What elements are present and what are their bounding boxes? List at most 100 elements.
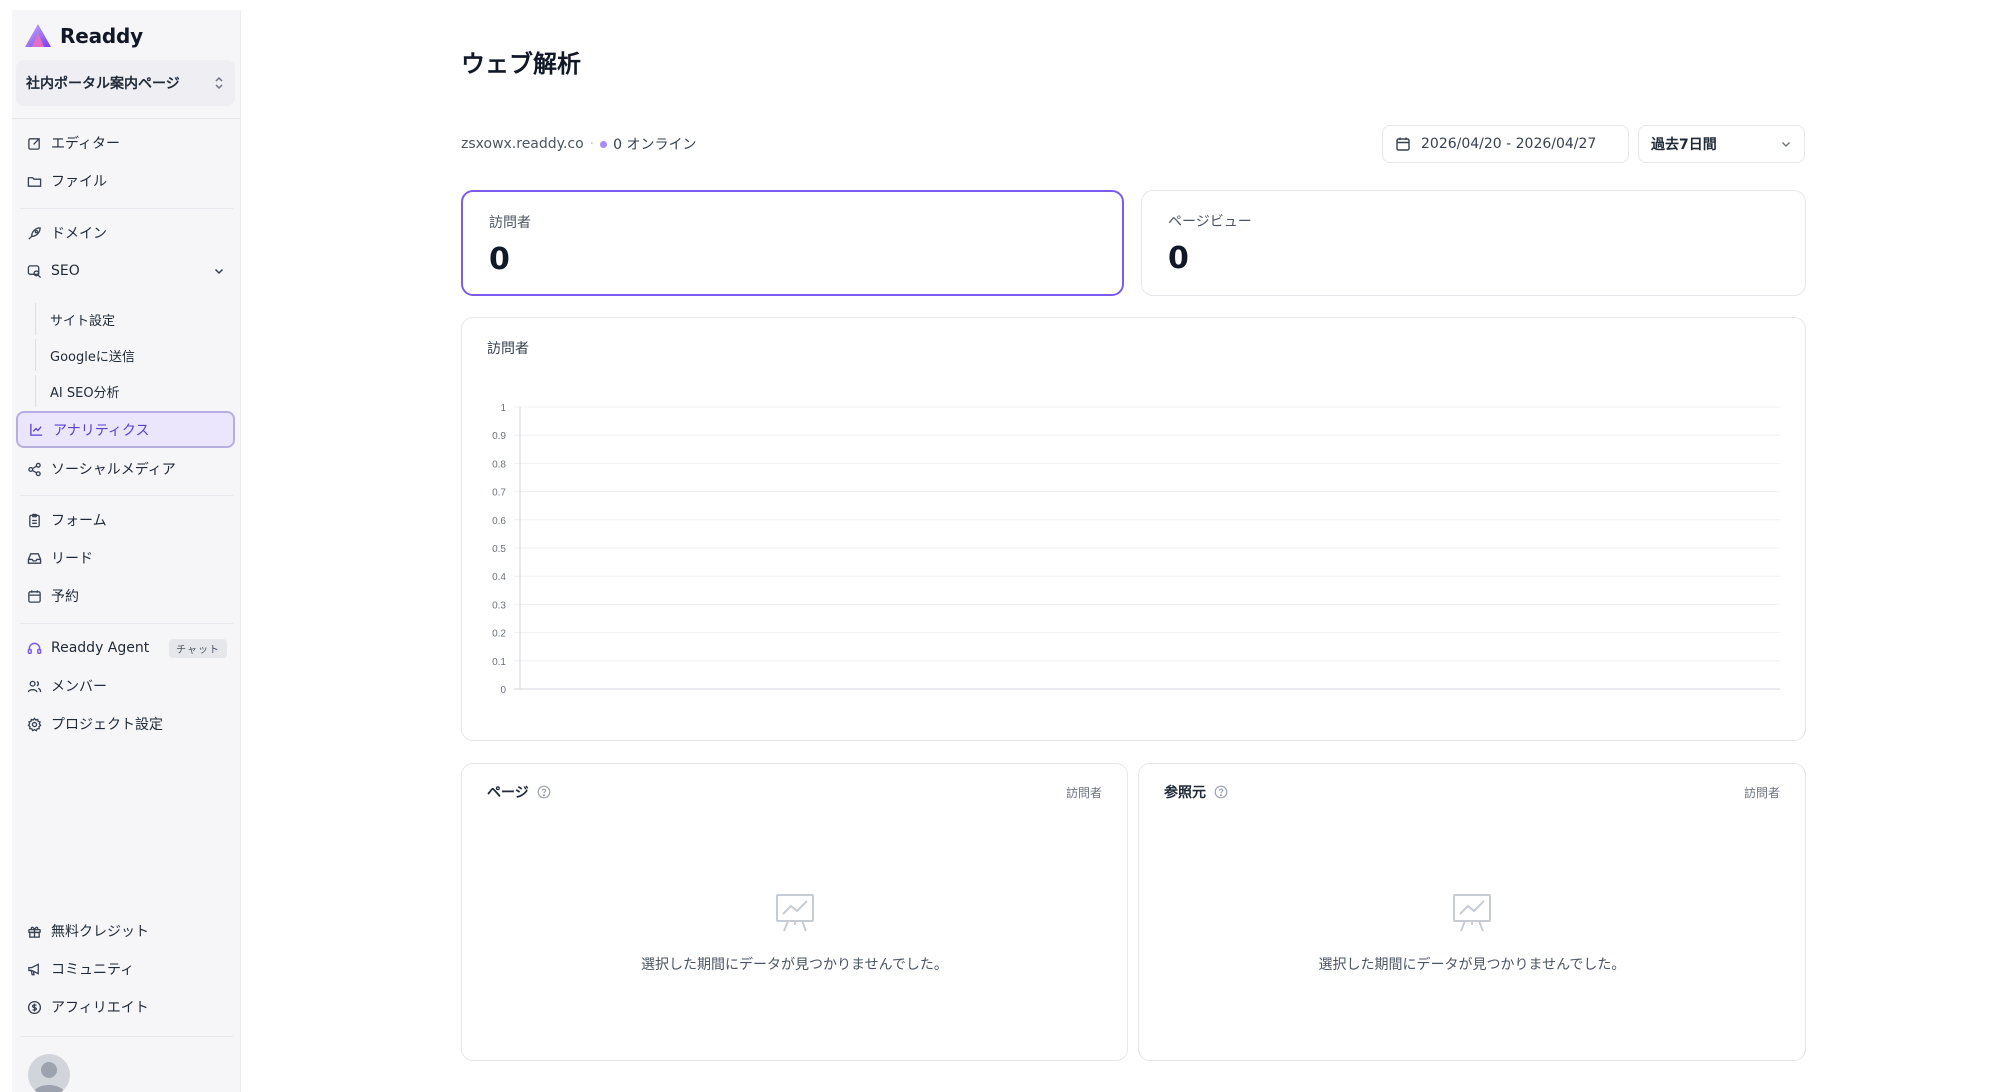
- y-tick-label: 0.2: [492, 629, 506, 640]
- pages-card: ページ 訪問者 選択した期間にデータが見つかりませんでした。: [461, 763, 1128, 1061]
- chevron-down-icon: [214, 268, 224, 275]
- y-tick-label: 0: [500, 685, 506, 696]
- sidebar: Readdy 社内ポータル案内ページ エディター ファイル ドメイン SEO サ…: [12, 10, 241, 1092]
- sidebar-item-label: メンバー: [51, 679, 107, 695]
- line-chart-icon: [28, 422, 44, 438]
- sidebar-subitem-site-settings[interactable]: サイト設定: [35, 303, 235, 335]
- online-count: 0 オンライン: [613, 137, 697, 153]
- sidebar-subitem-ai-seo[interactable]: AI SEO分析: [35, 375, 235, 407]
- sidebar-item-community[interactable]: コミュニティ: [16, 952, 235, 986]
- divider: [20, 495, 233, 496]
- sidebar-item-social-media[interactable]: ソーシャルメディア: [16, 452, 235, 486]
- chat-badge: チャット: [169, 638, 227, 658]
- sidebar-item-affiliate[interactable]: アフィリエイト: [16, 990, 235, 1024]
- sidebar-item-label: リード: [51, 551, 93, 567]
- sidebar-item-members[interactable]: メンバー: [16, 669, 235, 703]
- date-range-picker[interactable]: 2026/04/20 - 2026/04/27: [1382, 125, 1629, 163]
- divider: [20, 208, 233, 209]
- sidebar-item-booking[interactable]: 予約: [16, 579, 235, 613]
- column-header: 訪問者: [1743, 786, 1780, 800]
- stat-label: ページビュー: [1168, 214, 1252, 230]
- y-tick-label: 0.4: [492, 572, 506, 583]
- card-title: 参照元: [1164, 785, 1206, 801]
- y-tick-label: 0.5: [492, 544, 506, 555]
- inbox-icon: [26, 550, 42, 566]
- separator: ·: [589, 136, 595, 152]
- visitors-stat-card[interactable]: 訪問者 0: [461, 190, 1124, 296]
- page-title: ウェブ解析: [461, 50, 581, 78]
- sidebar-item-editor[interactable]: エディター: [16, 126, 235, 160]
- stat-value: 0: [489, 242, 510, 277]
- sidebar-item-free-credits[interactable]: 無料クレジット: [16, 914, 235, 948]
- app-name: Readdy: [60, 24, 143, 48]
- sidebar-item-label: アナリティクス: [53, 422, 150, 439]
- share-icon: [26, 461, 42, 477]
- stat-value: 0: [1168, 241, 1189, 276]
- chevron-down-icon: [1782, 142, 1790, 147]
- sidebar-item-leads[interactable]: リード: [16, 541, 235, 575]
- sidebar-item-readdy-agent[interactable]: Readdy Agent チャット: [16, 631, 235, 665]
- sidebar-item-project-settings[interactable]: プロジェクト設定: [16, 707, 235, 741]
- sidebar-item-label: プロジェクト設定: [51, 717, 163, 733]
- gear-icon: [26, 716, 42, 732]
- sidebar-item-label: ソーシャルメディア: [51, 462, 176, 478]
- y-tick-label: 0.6: [492, 516, 506, 527]
- sidebar-item-files[interactable]: ファイル: [16, 164, 235, 198]
- calendar-icon: [26, 588, 42, 604]
- help-icon[interactable]: [537, 785, 551, 799]
- headset-icon: [26, 640, 42, 656]
- empty-state-message: 選択した期間にデータが見つかりませんでした。: [1318, 957, 1626, 973]
- sidebar-subitem-submit-google[interactable]: Googleに送信: [35, 339, 235, 371]
- sidebar-item-label: アフィリエイト: [51, 1000, 149, 1016]
- divider: [20, 1036, 233, 1037]
- card-header: 参照元: [1164, 782, 1228, 802]
- sidebar-item-label: Readdy Agent: [51, 640, 150, 656]
- empty-state-message: 選択した期間にデータが見つかりませんでした。: [641, 957, 948, 973]
- sidebar-item-label: 予約: [51, 589, 79, 605]
- presentation-chart-icon: [775, 894, 814, 932]
- gift-icon: [26, 923, 42, 939]
- y-tick-label: 0.3: [492, 600, 506, 611]
- app-logo[interactable]: Readdy: [24, 22, 143, 50]
- referrers-card: 参照元 訪問者 選択した期間にデータが見つかりませんでした。: [1138, 763, 1806, 1061]
- card-header: ページ: [487, 782, 551, 802]
- column-header: 訪問者: [1065, 786, 1102, 800]
- site-domain[interactable]: zsxowx.readdy.co: [461, 136, 584, 152]
- stat-label: 訪問者: [489, 215, 531, 231]
- calendar-icon: [1396, 137, 1410, 151]
- search-chat-icon: [26, 263, 42, 279]
- clipboard-icon: [26, 512, 42, 528]
- site-status: zsxowx.readdy.co · 0 オンライン: [461, 134, 696, 154]
- visitors-chart: 0 0.1 0.2 0.3 0.4 0.5 0.6 0.7 0.8 0.9 1: [492, 403, 1780, 696]
- y-tick-label: 0.8: [492, 459, 506, 470]
- project-selector[interactable]: 社内ポータル案内ページ: [16, 60, 235, 106]
- users-icon: [26, 678, 42, 694]
- period-select[interactable]: 過去7日間: [1638, 125, 1805, 163]
- divider: [20, 623, 233, 624]
- sidebar-item-analytics[interactable]: アナリティクス: [16, 411, 235, 448]
- help-icon[interactable]: [1214, 785, 1228, 799]
- user-avatar-icon: [33, 1062, 65, 1092]
- y-tick-label: 0.1: [492, 657, 506, 668]
- sidebar-item-label: 無料クレジット: [51, 924, 149, 940]
- y-tick-label: 0.9: [492, 431, 506, 442]
- sidebar-item-domain[interactable]: ドメイン: [16, 216, 235, 250]
- sidebar-item-label: ファイル: [51, 174, 107, 190]
- sidebar-item-seo[interactable]: SEO: [16, 254, 235, 288]
- folder-icon: [26, 173, 42, 189]
- rocket-icon: [26, 225, 42, 241]
- dollar-circle-icon: [26, 999, 42, 1015]
- period-value: 過去7日間: [1651, 137, 1717, 153]
- y-tick-label: 1: [500, 403, 506, 414]
- readdy-logo-icon: [25, 24, 51, 47]
- sidebar-item-forms[interactable]: フォーム: [16, 503, 235, 537]
- edit-icon: [26, 135, 42, 151]
- sidebar-item-label: SEO: [51, 263, 80, 279]
- visitors-chart-card: 訪問者 0 0.1 0.2 0.3 0.4 0.5 0.6 0.7 0.8 0.9 1: [461, 317, 1806, 741]
- chevron-up-down-icon: [215, 76, 223, 90]
- user-avatar[interactable]: [28, 1054, 70, 1092]
- date-range-value: 2026/04/20 - 2026/04/27: [1421, 136, 1597, 152]
- y-tick-label: 0.7: [492, 488, 506, 499]
- pageviews-stat-card[interactable]: ページビュー 0: [1141, 190, 1806, 296]
- sidebar-item-label: コミュニティ: [51, 962, 135, 978]
